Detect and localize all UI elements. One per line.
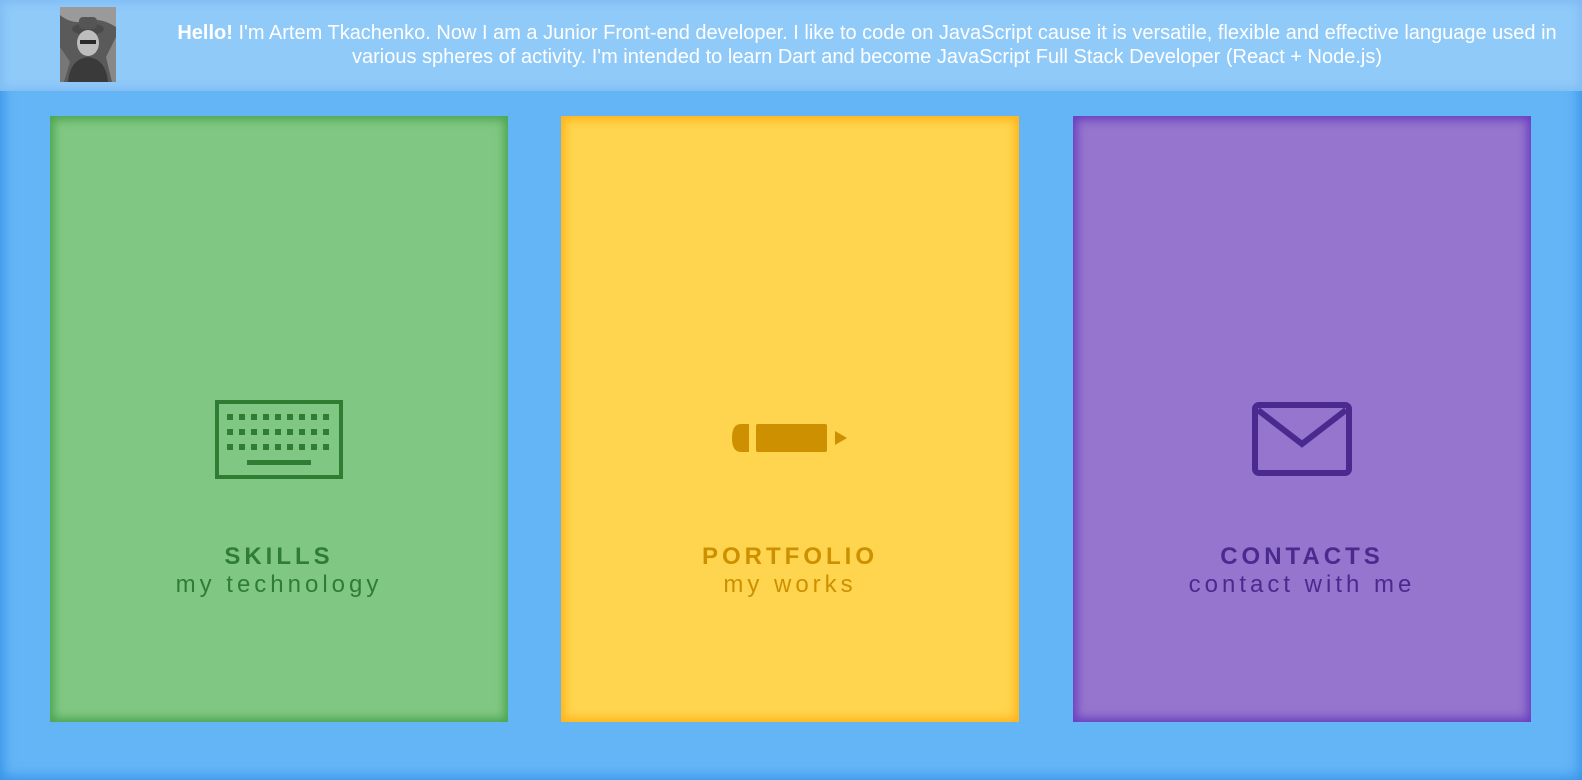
skills-title: SKILLS [224,543,334,570]
skills-subtitle: my technology [175,571,383,598]
contacts-subtitle: contact with me [1188,571,1416,598]
avatar [60,7,116,82]
skills-card[interactable]: SKILLS my technology [50,116,508,722]
portfolio-subtitle: my works [723,571,857,598]
contacts-card[interactable]: CONTACTS contact with me [1073,116,1531,722]
greeting: Hello! [177,22,233,44]
contacts-title: CONTACTS [1220,543,1384,570]
pencil-icon [732,424,847,452]
mail-icon [1252,402,1352,476]
intro-text: Hello! I'm Artem Tkachenko. Now I am a J… [160,21,1574,69]
portfolio-card[interactable]: PORTFOLIO my works [561,116,1019,722]
portfolio-title: PORTFOLIO [702,543,878,570]
intro-body: I'm Artem Tkachenko. Now I am a Junior F… [232,22,1557,68]
keyboard-icon [215,400,343,479]
header: Hello! I'm Artem Tkachenko. Now I am a J… [0,0,1582,91]
